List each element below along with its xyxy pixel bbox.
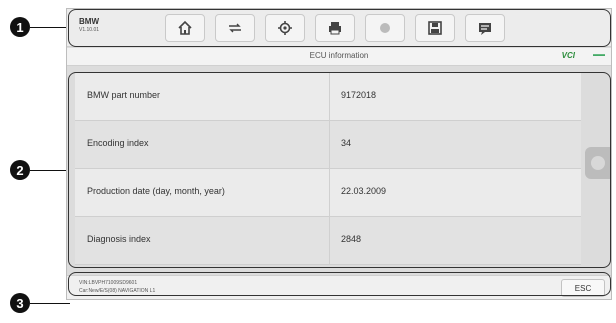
connection-status-icon: ▬▬	[593, 52, 605, 58]
page-title: ECU information	[309, 51, 369, 60]
callout-3: 3	[10, 293, 30, 313]
data-area-frame	[68, 72, 611, 268]
toolbar-frame	[68, 9, 611, 47]
callout-1-line	[30, 27, 70, 28]
status-bar-frame	[68, 272, 611, 296]
vci-logo: VCI	[561, 51, 575, 60]
title-bar: ECU information VCI ▬▬	[67, 48, 611, 66]
callout-1: 1	[10, 17, 30, 37]
callout-2: 2	[10, 160, 30, 180]
callout-3-line	[30, 303, 70, 304]
callout-2-line	[30, 170, 70, 171]
figure: 1 2 3 BMW V1.10.01 ECU information VCI ▬…	[0, 0, 616, 323]
